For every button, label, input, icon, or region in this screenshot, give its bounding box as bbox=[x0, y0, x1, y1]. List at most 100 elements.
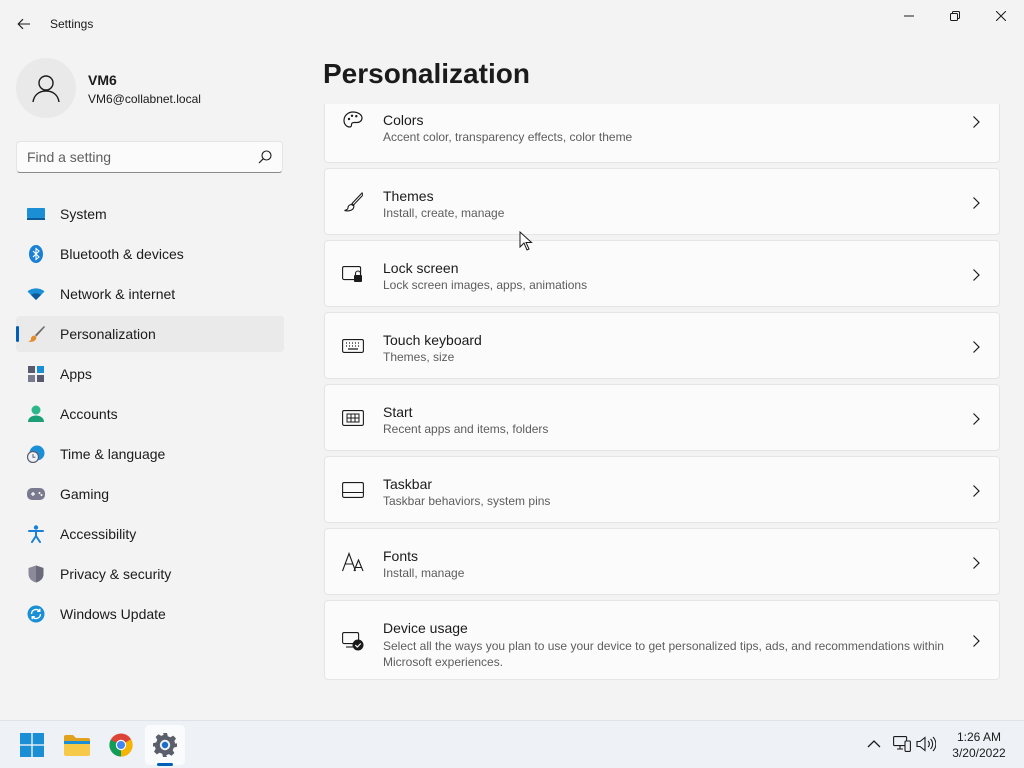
search-input[interactable] bbox=[17, 142, 247, 172]
globe-clock-icon bbox=[27, 445, 45, 463]
taskbar-file-explorer[interactable] bbox=[57, 725, 97, 765]
chevron-right-icon bbox=[973, 197, 980, 209]
taskbar-start-button[interactable] bbox=[12, 725, 52, 765]
system-icon bbox=[27, 205, 45, 223]
card-touch-keyboard[interactable]: Touch keyboard Themes, size bbox=[324, 312, 1000, 379]
chevron-up-icon bbox=[867, 740, 881, 748]
page-title: Personalization bbox=[323, 58, 530, 89]
restore-icon bbox=[950, 11, 960, 21]
chevron-right-icon bbox=[973, 557, 980, 569]
card-title: Touch keyboard bbox=[383, 332, 482, 348]
close-button[interactable] bbox=[978, 0, 1024, 32]
accessibility-icon bbox=[27, 525, 45, 543]
sidebar-item-gaming[interactable]: Gaming bbox=[16, 476, 284, 512]
network-icon bbox=[893, 736, 911, 752]
shield-icon bbox=[27, 565, 45, 583]
avatar bbox=[16, 58, 76, 118]
brush-icon bbox=[27, 325, 45, 343]
chevron-right-icon bbox=[973, 485, 980, 497]
user-name: VM6 bbox=[88, 72, 117, 88]
sidebar-item-system[interactable]: System bbox=[16, 196, 284, 232]
volume-button[interactable] bbox=[915, 733, 937, 755]
taskbar: 1:26 AM 3/20/2022 bbox=[0, 720, 1024, 768]
clock[interactable]: 1:26 AM 3/20/2022 bbox=[946, 729, 1012, 761]
card-subtitle: Themes, size bbox=[383, 350, 455, 364]
active-app-indicator bbox=[157, 763, 173, 766]
card-title: Fonts bbox=[383, 548, 419, 564]
apps-icon bbox=[27, 365, 45, 383]
search-box[interactable] bbox=[16, 141, 283, 173]
taskbar-icon bbox=[342, 479, 364, 501]
sidebar-nav: System Bluetooth & devices Network & int… bbox=[16, 196, 284, 636]
sidebar-item-windows-update[interactable]: Windows Update bbox=[16, 596, 284, 632]
sidebar-item-apps[interactable]: Apps bbox=[16, 356, 284, 392]
windows-start-icon bbox=[20, 733, 44, 757]
chevron-right-icon bbox=[973, 269, 980, 281]
accounts-icon bbox=[27, 405, 45, 423]
card-subtitle: Select all the ways you plan to use your… bbox=[383, 639, 944, 669]
keyboard-icon bbox=[342, 335, 364, 357]
card-subtitle: Taskbar behaviors, system pins bbox=[383, 494, 551, 508]
sidebar-item-time-language[interactable]: Time & language bbox=[16, 436, 284, 472]
close-icon bbox=[996, 11, 1006, 21]
network-status-button[interactable] bbox=[891, 733, 913, 755]
card-title: Device usage bbox=[383, 620, 468, 636]
lock-screen-icon bbox=[342, 263, 364, 285]
card-title: Taskbar bbox=[383, 476, 433, 492]
show-hidden-icons-button[interactable] bbox=[863, 733, 885, 755]
user-profile[interactable]: VM6 VM6@collabnet.local bbox=[16, 58, 286, 118]
card-title: Themes bbox=[383, 188, 434, 204]
search-icon[interactable] bbox=[258, 150, 272, 164]
chevron-right-icon bbox=[973, 635, 980, 647]
card-subtitle: Accent color, transparency effects, colo… bbox=[383, 130, 633, 144]
taskbar-settings[interactable] bbox=[145, 725, 185, 765]
minimize-icon bbox=[904, 15, 914, 17]
palette-icon bbox=[342, 110, 364, 132]
card-lock-screen[interactable]: Lock screen Lock screen images, apps, an… bbox=[324, 240, 1000, 307]
restore-button[interactable] bbox=[932, 0, 978, 32]
card-subtitle: Install, manage bbox=[383, 566, 465, 580]
back-button[interactable] bbox=[10, 10, 38, 38]
card-device-usage[interactable]: Device usage Select all the ways you pla… bbox=[324, 600, 1000, 680]
gamepad-icon bbox=[27, 485, 45, 503]
volume-icon bbox=[916, 736, 936, 752]
minimize-button[interactable] bbox=[886, 0, 932, 32]
back-arrow-icon bbox=[17, 18, 30, 30]
chevron-right-icon bbox=[973, 341, 980, 353]
settings-list: Colors Accent color, transparency effect… bbox=[324, 104, 1000, 684]
card-title: Start bbox=[383, 404, 413, 420]
sidebar-item-personalization[interactable]: Personalization bbox=[16, 316, 284, 352]
user-email: VM6@collabnet.local bbox=[88, 92, 201, 106]
card-start[interactable]: Start Recent apps and items, folders bbox=[324, 384, 1000, 451]
card-themes[interactable]: Themes Install, create, manage bbox=[324, 168, 1000, 235]
app-title: Settings bbox=[50, 17, 94, 31]
card-title: Colors bbox=[383, 112, 424, 128]
chrome-icon bbox=[109, 733, 133, 757]
start-icon bbox=[342, 407, 364, 429]
card-taskbar[interactable]: Taskbar Taskbar behaviors, system pins bbox=[324, 456, 1000, 523]
card-fonts[interactable]: Fonts Install, manage bbox=[324, 528, 1000, 595]
settings-gear-icon bbox=[153, 733, 177, 757]
title-bar: Settings bbox=[0, 0, 1024, 48]
chevron-right-icon bbox=[973, 116, 980, 128]
card-subtitle: Install, create, manage bbox=[383, 206, 505, 220]
user-avatar-icon bbox=[32, 75, 60, 103]
sidebar-item-privacy-security[interactable]: Privacy & security bbox=[16, 556, 284, 592]
card-colors[interactable]: Colors Accent color, transparency effect… bbox=[324, 104, 1000, 163]
sidebar-item-accounts[interactable]: Accounts bbox=[16, 396, 284, 432]
taskbar-chrome[interactable] bbox=[101, 725, 141, 765]
card-subtitle: Recent apps and items, folders bbox=[383, 422, 549, 436]
folder-icon bbox=[64, 735, 90, 756]
sidebar-item-bluetooth[interactable]: Bluetooth & devices bbox=[16, 236, 284, 272]
device-usage-icon bbox=[342, 630, 364, 652]
wifi-icon bbox=[27, 285, 45, 303]
chevron-right-icon bbox=[973, 413, 980, 425]
brush-icon bbox=[342, 191, 364, 213]
card-title: Lock screen bbox=[383, 260, 459, 276]
update-icon bbox=[27, 605, 45, 623]
fonts-icon bbox=[342, 551, 364, 573]
clock-time: 1:26 AM bbox=[956, 730, 1002, 744]
sidebar-item-network[interactable]: Network & internet bbox=[16, 276, 284, 312]
clock-date: 3/20/2022 bbox=[952, 746, 1006, 760]
sidebar-item-accessibility[interactable]: Accessibility bbox=[16, 516, 284, 552]
